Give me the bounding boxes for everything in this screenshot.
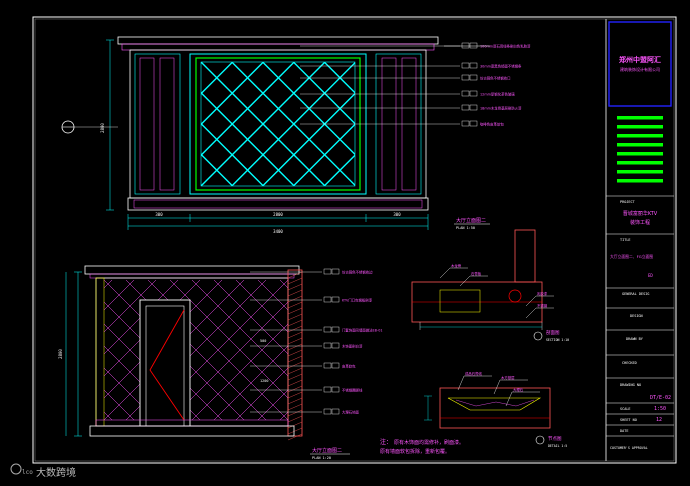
detail-b-title: 节点图 (548, 436, 562, 442)
bottom-annotation: 皮革软包 (342, 364, 356, 369)
cad-drawing-canvas: 300 2800 300 3400 2800 100mm厚石膏线条刷白色乳胶漆3… (0, 0, 690, 486)
top-annotation: 18mm木龙骨基层刷防火漆 (480, 106, 522, 111)
detail-b-scale: DETAIL 1:5 (548, 444, 567, 448)
bottom-annotation: 不锈钢踢脚线 (342, 388, 363, 393)
bottom-annotation: 大理石地面 (342, 410, 360, 415)
project-name-2: 装饰工程 (630, 219, 650, 226)
detail-b-annotation: 大理石 (513, 387, 524, 392)
company-sub: 建筑装饰设计有限公司 (620, 66, 660, 72)
drawing-no-label: DRAWING NO (620, 383, 641, 387)
bottom-annotation: KTV门口包钢板刷漆 (342, 298, 373, 303)
top-annotation: 12mm厚钢化茶色玻璃 (480, 92, 515, 97)
top-dim-seg-3: 300 (393, 212, 401, 217)
approval-label: CUSTOMER'S APPROVAL (610, 446, 648, 450)
svg-text:lco: lco (22, 469, 33, 476)
title-label: TITLE (620, 238, 631, 242)
top-annotation: 仿古铜色不锈钢收口 (480, 76, 511, 81)
scale-value: 1:50 (654, 406, 666, 412)
note-label: 注： (380, 438, 392, 446)
detail-a-annotation: 木龙骨 (451, 263, 462, 268)
bottom-annotation: 木饰面刷白漆 (342, 344, 363, 349)
top-dim-seg-2: 2800 (273, 212, 283, 217)
bottom-view-title: 大厅立面图二 (312, 447, 342, 454)
note-line-2: 原有墙面软包拆除，重新包覆。 (380, 448, 450, 455)
top-dim-total: 3400 (273, 229, 283, 234)
bottom-dim-seg-1: 500 (260, 339, 266, 343)
design-label: DESIGN (630, 314, 643, 318)
project-label: PROJECT (620, 200, 636, 204)
top-dim-height: 2800 (100, 123, 105, 133)
detail-a-annotation: 石膏板 (471, 271, 482, 276)
top-view-scale: PLAN 1:50 (456, 226, 475, 230)
scale-label: SCALE (620, 407, 631, 411)
general-label: GENERAL DESIG (622, 292, 649, 296)
bottom-annotation: 门套饰面同墙面做法EB-01 (342, 328, 383, 333)
detail-a-annotation: 不锈钢 (537, 303, 548, 308)
bottom-annotation: 仿古铜色不锈钢收边 (342, 270, 373, 275)
checked-label: CHECKED (622, 361, 637, 365)
bottom-dim-height: 2800 (58, 349, 63, 359)
detail-a-title: 剖面图 (546, 329, 560, 336)
detail-b-annotation: 木方基层 (501, 375, 515, 380)
top-annotation: 30mm宽黑色镜面不锈钢条 (480, 64, 522, 69)
sheet-value: 12 (656, 417, 662, 423)
bottom-dim-seg-2: 1200 (260, 379, 268, 383)
detail-b-annotation: 成品石膏线 (465, 371, 483, 376)
date-label: DATE (620, 429, 628, 433)
company-name: 郑州中盟阿汇 (619, 55, 661, 64)
note-line-1: 原有木饰面均需修补，刷面漆。 (394, 439, 464, 446)
drawn-label: DRAWN BY (626, 337, 644, 341)
title-value: 大厅立面图二、FG立面图 (610, 254, 653, 259)
drawing-no-value: DT/E-02 (650, 395, 671, 401)
title-code: ED (648, 273, 653, 278)
top-view-title: 大厅立面图二 (456, 217, 486, 224)
top-annotation: 咖啡色皮革软包 (480, 122, 504, 127)
project-name-1: 晋城富丽华KTV (623, 210, 658, 217)
detail-a-annotation: 乳胶漆 (537, 291, 548, 296)
top-dim-seg-1: 300 (155, 212, 163, 217)
bottom-view-scale: PLAN 1:20 (312, 456, 331, 460)
sheet-label: SHEET NO (620, 418, 637, 422)
detail-a-scale: SECTION 1:10 (546, 338, 569, 342)
watermark-text: 大数跨境 (36, 466, 76, 479)
